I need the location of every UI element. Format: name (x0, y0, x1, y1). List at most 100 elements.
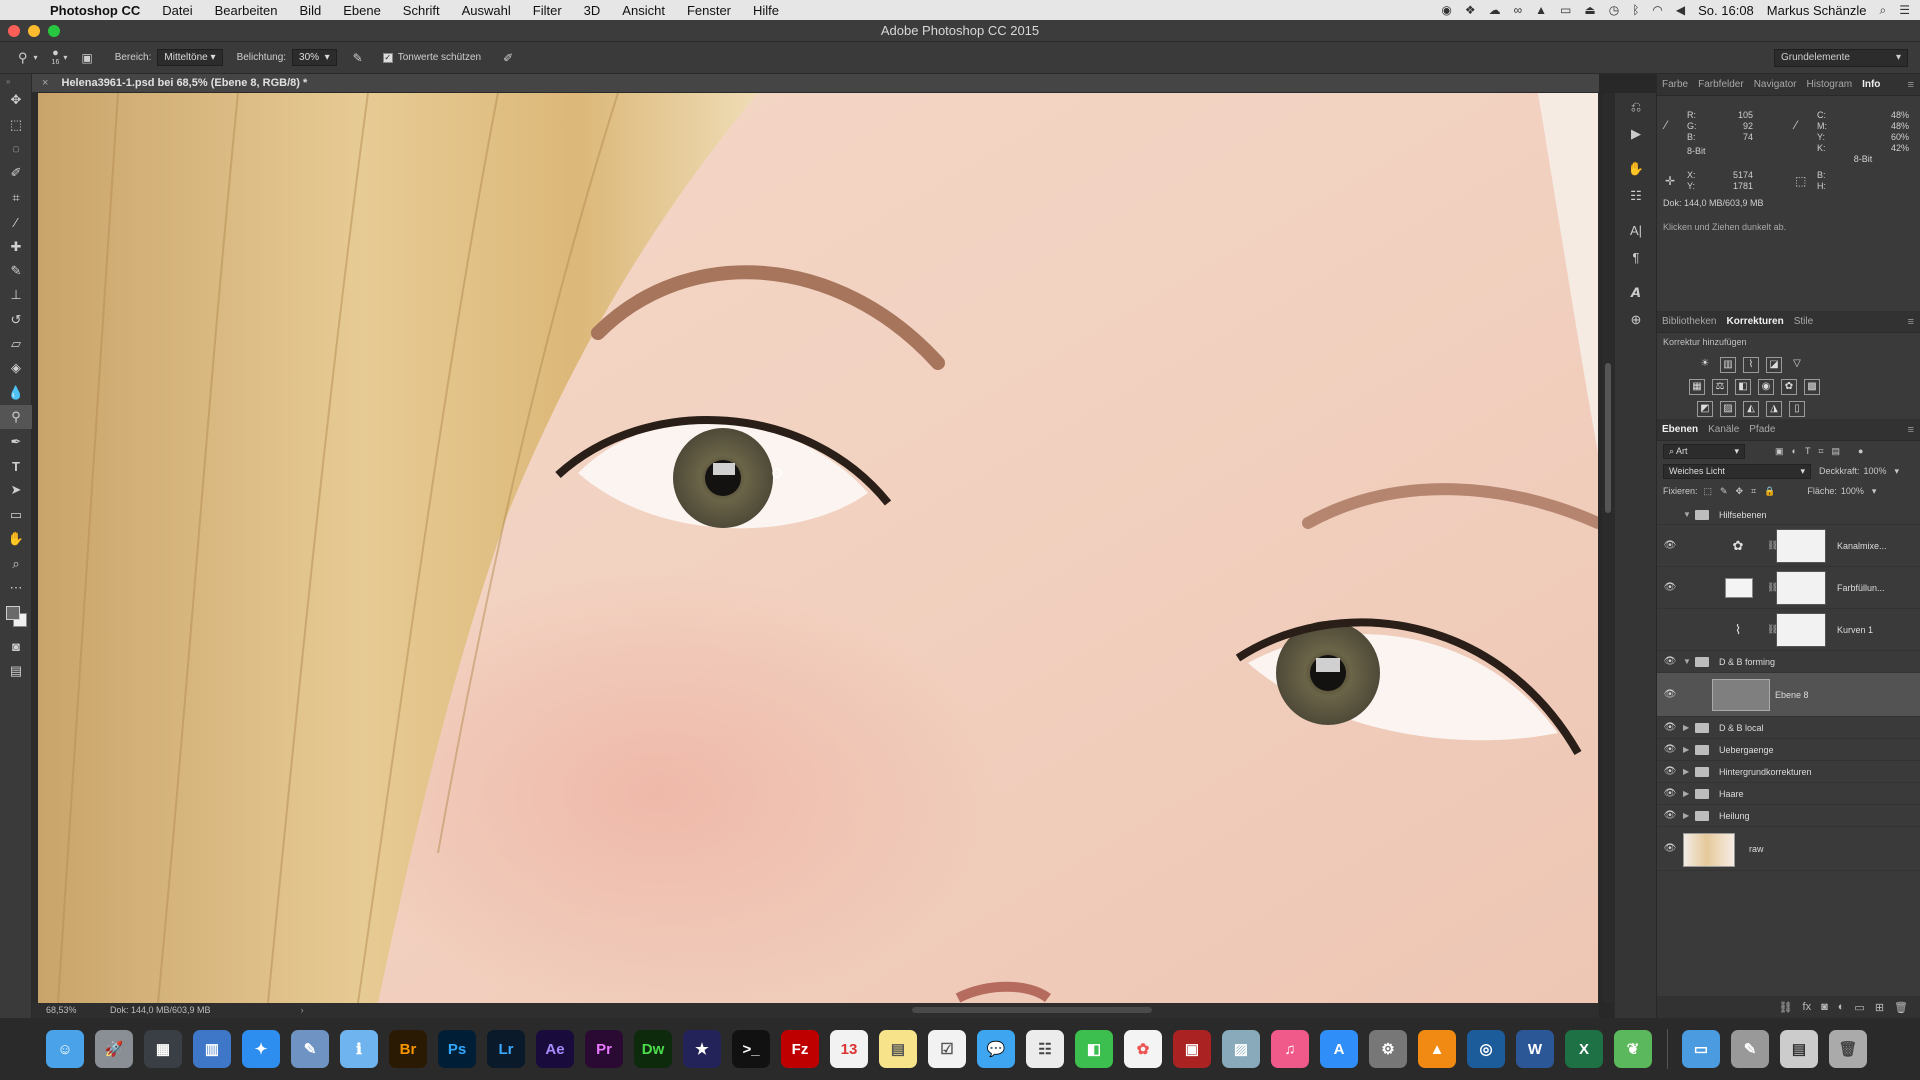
bluetooth-icon[interactable]: ᛒ (1632, 3, 1639, 17)
toolbar-collapse-icon[interactable]: » (0, 74, 32, 88)
brush-panel-toggle-icon[interactable]: ▣ (81, 51, 92, 65)
opacity-value[interactable]: 100% (1864, 466, 1887, 476)
fill-color-swatch[interactable] (1725, 578, 1753, 598)
gradient-tool-icon[interactable]: ◈ (0, 356, 32, 380)
canvas-area[interactable] (32, 93, 1599, 1003)
tab-stile[interactable]: Stile (1789, 316, 1818, 327)
tool-preset-chevron-icon[interactable]: ▾ (34, 53, 38, 62)
filter-toggle-icon[interactable]: ● (1858, 446, 1863, 456)
vibrance-icon[interactable]: ▽ (1789, 357, 1805, 373)
hand-tool-icon[interactable]: ✋ (0, 527, 32, 551)
clock[interactable]: So. 16:08 (1698, 3, 1754, 18)
tab-farbfelder[interactable]: Farbfelder (1693, 79, 1749, 90)
layer-thumbnail[interactable] (1683, 833, 1735, 867)
premiere-icon[interactable]: Pr (585, 1030, 623, 1068)
facetime-icon[interactable]: ◧ (1075, 1030, 1113, 1068)
messages-icon[interactable]: 💬 (977, 1030, 1015, 1068)
tab-histogram[interactable]: Histogram (1802, 79, 1858, 90)
layer-ebene-8[interactable]: 👁 Ebene 8 (1657, 673, 1920, 717)
move-tool-icon[interactable]: ✥ (0, 88, 32, 112)
app-store-icon[interactable]: A (1320, 1030, 1358, 1068)
app-menu[interactable]: Photoshop CC (36, 3, 151, 18)
wifi-icon[interactable]: ◠ (1652, 3, 1662, 17)
applications-folder-icon[interactable]: ▭ (1682, 1030, 1720, 1068)
layer-mask-thumbnail[interactable] (1776, 571, 1826, 605)
dreamweaver-icon[interactable]: Dw (634, 1030, 672, 1068)
screen-mode-icon[interactable]: ▤ (0, 659, 32, 683)
marquee-tool-icon[interactable]: ⬚ (0, 112, 32, 136)
quicktime-icon[interactable]: ◎ (1467, 1030, 1505, 1068)
group-collapsed-icon[interactable]: ▶ (1683, 745, 1689, 754)
cloud-icon[interactable]: ☁ (1489, 3, 1501, 17)
folder-app-icon[interactable]: ▥ (193, 1030, 231, 1068)
visibility-eye-icon[interactable]: 👁 (1663, 810, 1677, 821)
panel-menu-icon[interactable]: ≡ (1908, 79, 1914, 91)
fill-value[interactable]: 100% (1841, 486, 1864, 496)
bridge-icon[interactable]: Br (389, 1030, 427, 1068)
brush-preset-picker[interactable]: ● 16 (52, 47, 60, 67)
tab-navigator[interactable]: Navigator (1749, 79, 1802, 90)
color-swatches[interactable] (0, 600, 32, 634)
display-icon[interactable]: ▭ (1560, 3, 1571, 17)
group-collapsed-icon[interactable]: ▶ (1683, 767, 1689, 776)
quick-selection-tool-icon[interactable]: ✐ (0, 161, 32, 185)
trash-icon[interactable]: 🗑 (1829, 1030, 1867, 1068)
photoshop-icon[interactable]: Ps (438, 1030, 476, 1068)
photo-booth-icon[interactable]: ▣ (1173, 1030, 1211, 1068)
menu-datei[interactable]: Datei (151, 3, 203, 18)
menu-schrift[interactable]: Schrift (392, 3, 451, 18)
visibility-eye-icon[interactable]: 👁 (1663, 722, 1677, 733)
finder-icon[interactable]: ☺ (46, 1030, 84, 1068)
layer-d-b-forming[interactable]: 👁 ▼ D & B forming (1657, 651, 1920, 673)
layer-farbfuellung[interactable]: 👁 ⛓ Farbfüllun... (1657, 567, 1920, 609)
invert-icon[interactable]: ◩ (1697, 401, 1713, 417)
paragraph-panel-icon[interactable]: ¶ (1615, 244, 1657, 271)
blend-mode-select[interactable]: Weiches Licht ▾ (1663, 463, 1811, 479)
tab-info[interactable]: Info (1857, 79, 1885, 90)
blur-tool-icon[interactable]: 💧 (0, 381, 32, 405)
selective-color-icon[interactable]: ◮ (1766, 401, 1782, 417)
imovie-icon[interactable]: ★ (683, 1030, 721, 1068)
group-collapsed-icon[interactable]: ▶ (1683, 789, 1689, 798)
visibility-eye-icon[interactable]: 👁 (1663, 540, 1677, 551)
more-tools-icon[interactable]: ⋯ (0, 576, 32, 600)
burn-tool-icon-active[interactable]: ⚲ (0, 405, 32, 430)
zoom-window-button[interactable] (48, 25, 60, 37)
burn-tool-icon[interactable]: ⚲ (18, 50, 28, 66)
menu-filter[interactable]: Filter (522, 3, 573, 18)
visibility-eye-icon[interactable]: 👁 (1663, 766, 1677, 777)
group-collapsed-icon[interactable]: ▶ (1683, 723, 1689, 732)
new-layer-icon[interactable]: ⊞ (1875, 1001, 1884, 1014)
close-tab-icon[interactable]: × (42, 77, 48, 89)
clone-source-panel-icon[interactable]: ⊕ (1615, 306, 1657, 333)
system-preferences-icon[interactable]: ⚙ (1369, 1030, 1407, 1068)
visibility-eye-icon[interactable]: 👁 (1663, 788, 1677, 799)
volume-icon[interactable]: ◀ (1676, 3, 1685, 17)
glyphs-panel-icon[interactable]: 𝘼 (1615, 279, 1657, 306)
layer-kanalmixer[interactable]: 👁 ✿ ⛓ Kanalmixe... (1657, 525, 1920, 567)
horizontal-scroll-thumb[interactable] (912, 1007, 1152, 1013)
history-panel-icon[interactable]: ⎌ (1615, 93, 1657, 120)
dropbox-icon[interactable]: ❖ (1465, 3, 1476, 17)
workspace-select[interactable]: Grundelemente ▾ (1774, 49, 1908, 67)
menu-auswahl[interactable]: Auswahl (451, 3, 522, 18)
menu-bearbeiten[interactable]: Bearbeiten (204, 3, 289, 18)
group-expanded-icon[interactable]: ▼ (1683, 657, 1691, 666)
panel-menu-icon[interactable]: ≡ (1908, 316, 1914, 328)
menu-fenster[interactable]: Fenster (676, 3, 742, 18)
color-balance-icon[interactable]: ⚖ (1712, 379, 1728, 395)
photos-icon[interactable]: ✿ (1124, 1030, 1162, 1068)
itunes-icon[interactable]: ♫ (1271, 1030, 1309, 1068)
layer-d-b-local[interactable]: 👁 ▶ D & B local (1657, 717, 1920, 739)
document-tab[interactable]: × Helena3961-1.psd bei 68,5% (Ebene 8, R… (32, 74, 1599, 93)
tab-bibliotheken[interactable]: Bibliotheken (1657, 316, 1721, 327)
layer-filter-select[interactable]: ⌕ Art ▾ (1663, 443, 1745, 459)
opacity-chevron-icon[interactable]: ▾ (1895, 466, 1900, 477)
info-app-icon[interactable]: ℹ (340, 1030, 378, 1068)
tab-ebenen[interactable]: Ebenen (1657, 424, 1703, 435)
link-layers-icon[interactable]: ⛓ (1779, 1001, 1793, 1014)
bell-icon[interactable]: ▲ (1535, 3, 1547, 17)
time-machine-icon[interactable]: ◷ (1609, 3, 1619, 17)
new-group-icon[interactable]: ▭ (1854, 1001, 1864, 1014)
layer-heilung[interactable]: 👁 ▶ Heilung (1657, 805, 1920, 827)
